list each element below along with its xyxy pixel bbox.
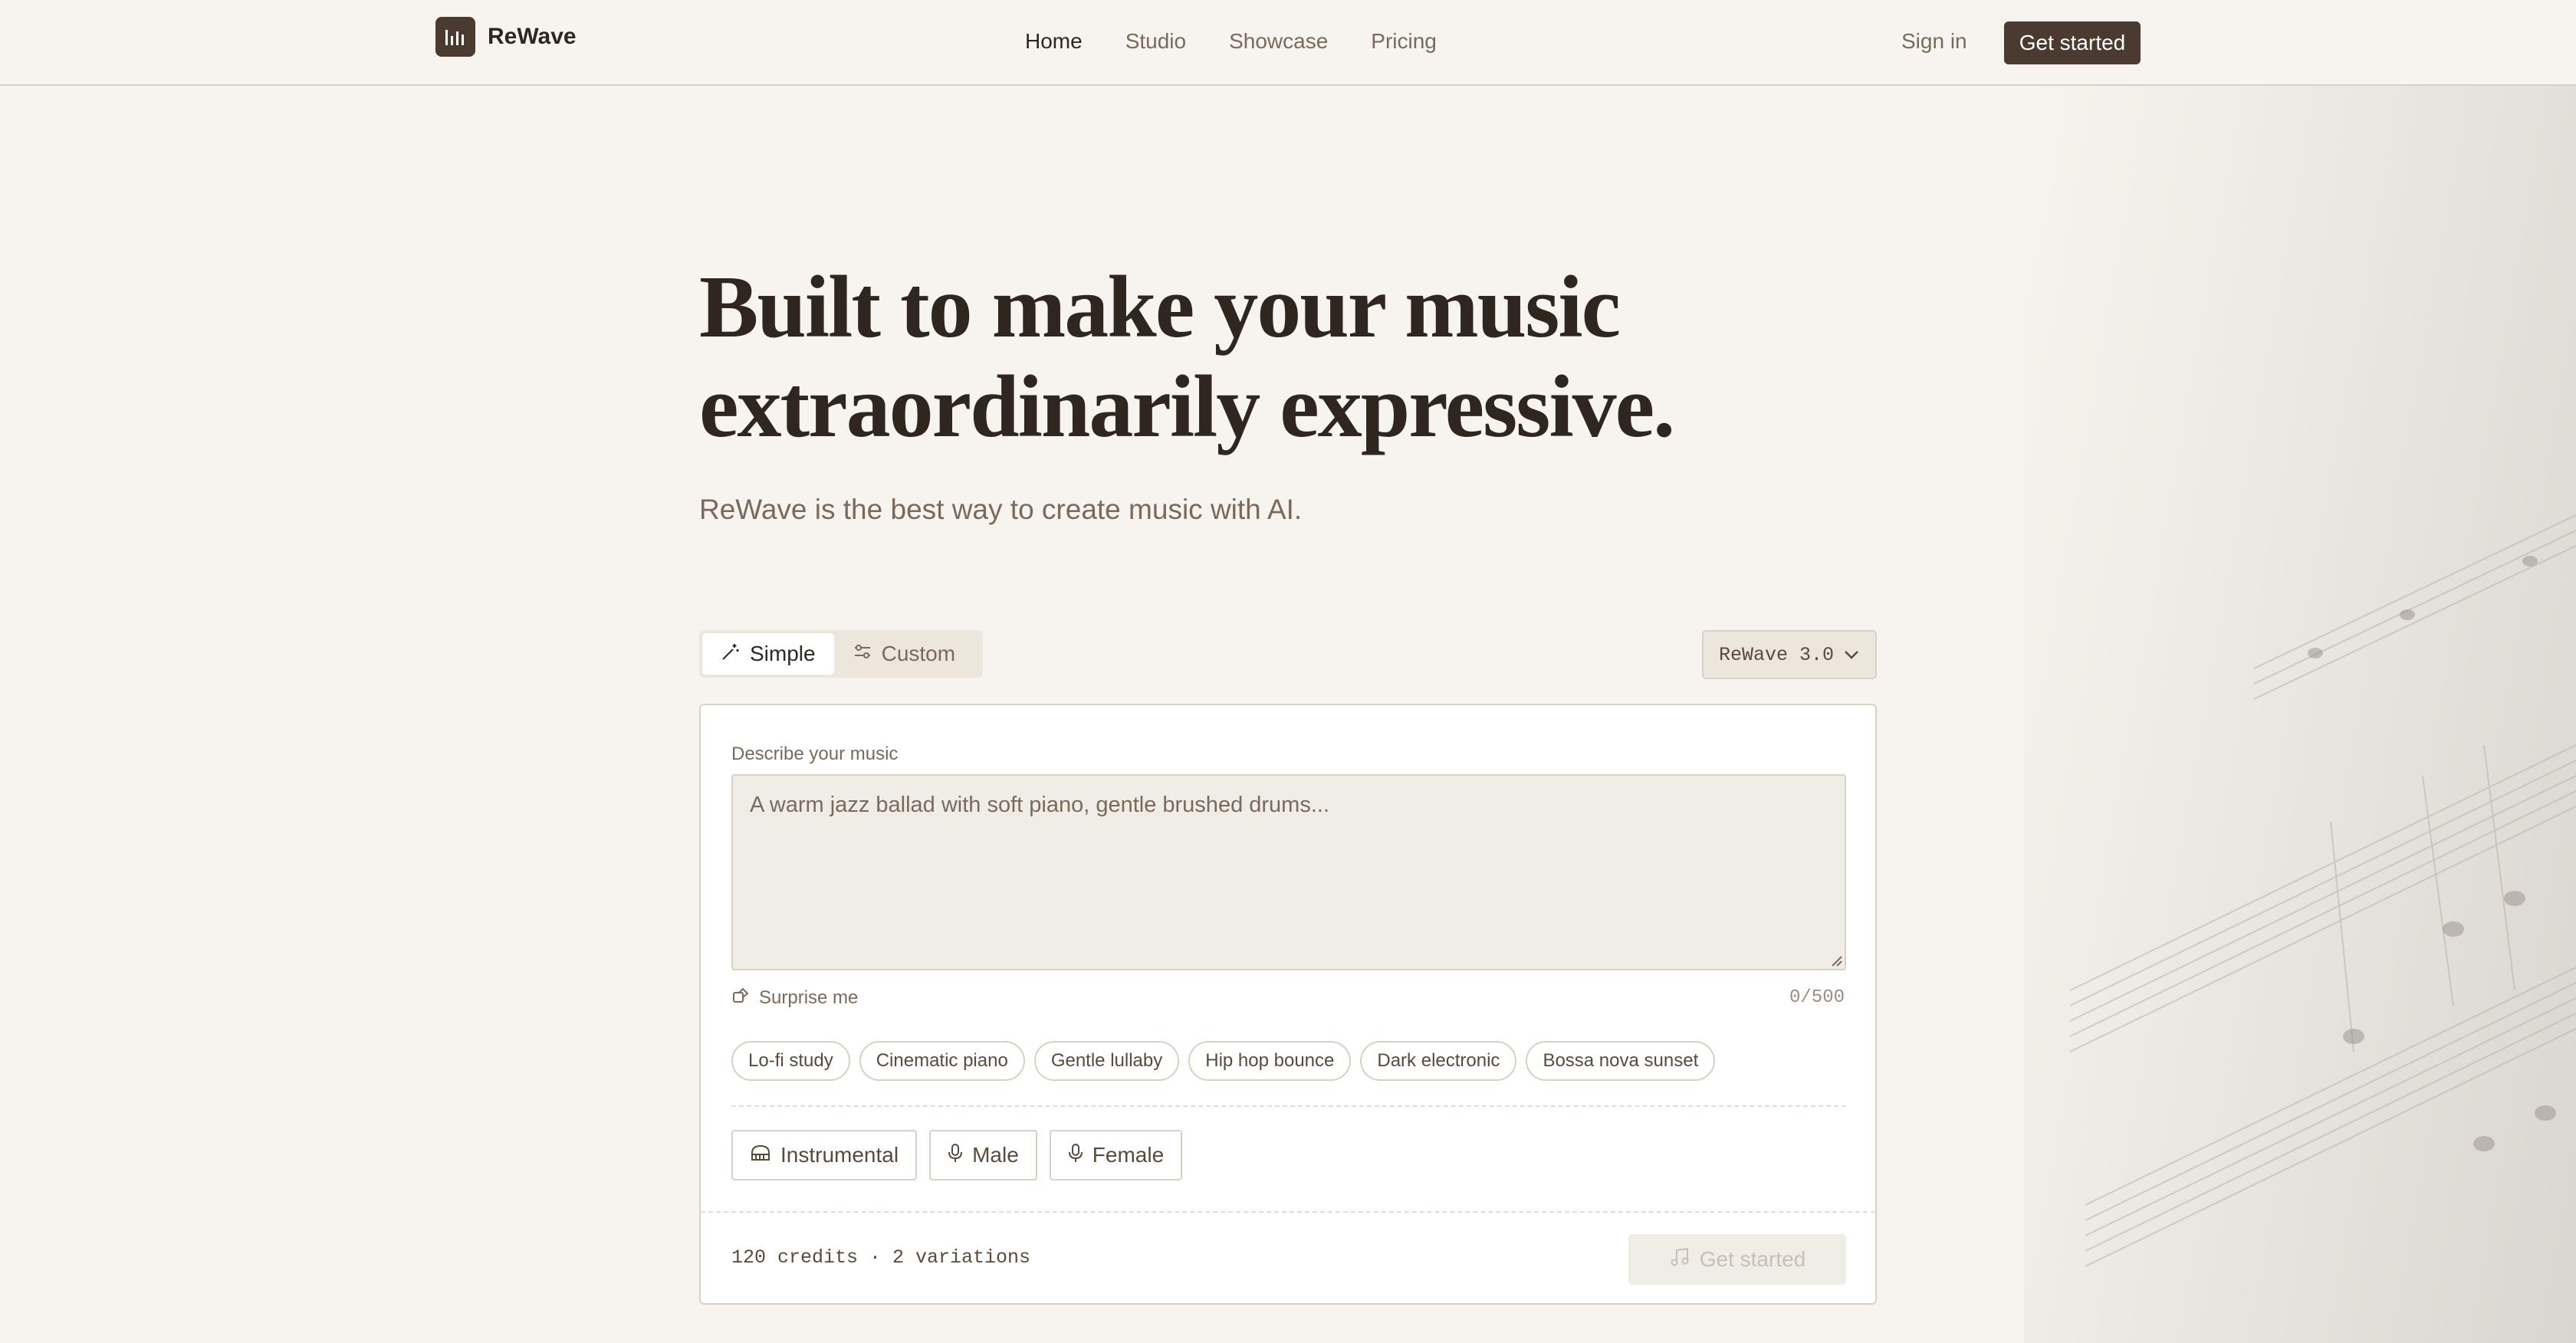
suggestion-chips: Lo-fi study Cinematic piano Gentle lulla… [731, 1041, 1716, 1081]
get-started-button[interactable]: Get started [2004, 21, 2141, 64]
dice-icon [731, 986, 759, 1010]
voice-options: Instrumental Male Female [731, 1130, 1183, 1180]
tab-custom-label: Custom [881, 642, 956, 665]
hero-subtitle: ReWave is the best way to create music w… [699, 494, 1303, 525]
piano-icon [750, 1143, 780, 1167]
suggestion-chip-hip-hop[interactable]: Hip hop bounce [1188, 1041, 1352, 1081]
sliders-icon [853, 642, 882, 667]
voice-male-button[interactable]: Male [929, 1130, 1037, 1180]
magic-wand-icon [721, 642, 750, 667]
character-counter: 0/500 [1789, 987, 1845, 1008]
main-nav: Home Studio Showcase Pricing [1025, 29, 1437, 54]
hero-title-line-1: Built to make your music [699, 258, 1621, 356]
mic-icon [948, 1143, 972, 1168]
nav-item-showcase[interactable]: Showcase [1229, 29, 1328, 54]
divider [731, 1105, 1846, 1107]
divider [701, 1211, 1875, 1213]
generate-button-label: Get started [1699, 1247, 1806, 1271]
music-description-input[interactable] [731, 774, 1846, 970]
nav-item-studio[interactable]: Studio [1125, 29, 1186, 54]
nav-item-home[interactable]: Home [1025, 29, 1083, 54]
voice-female-button[interactable]: Female [1049, 1130, 1183, 1180]
suggestion-chip-cinematic-piano[interactable]: Cinematic piano [859, 1041, 1025, 1081]
generate-button[interactable]: Get started [1628, 1234, 1846, 1285]
voice-instrumental-button[interactable]: Instrumental [731, 1130, 918, 1180]
top-navigation-bar: ReWave Home Studio Showcase Pricing Sign… [0, 0, 2576, 86]
sign-in-link[interactable]: Sign in [1901, 29, 1967, 54]
voice-instrumental-label: Instrumental [780, 1143, 899, 1167]
model-select[interactable]: ReWave 3.0 [1702, 630, 1877, 679]
prompt-label: Describe your music [731, 744, 899, 764]
brand-logo[interactable]: ReWave [435, 17, 577, 57]
mode-tabs: Simple Custom [699, 630, 983, 678]
suggestion-chip-gentle-lullaby[interactable]: Gentle lullaby [1033, 1041, 1180, 1081]
nav-item-pricing[interactable]: Pricing [1371, 29, 1437, 54]
sheet-music-background [2024, 86, 2576, 1343]
tab-simple-label: Simple [750, 642, 816, 665]
voice-male-label: Male [972, 1143, 1019, 1167]
waveform-logo-icon [435, 17, 475, 57]
mic-icon [1068, 1143, 1092, 1168]
brand-name: ReWave [488, 24, 577, 49]
tab-simple[interactable]: Simple [702, 633, 834, 675]
credits-info: 120 credits · 2 variations [731, 1246, 1031, 1269]
suggestion-chip-dark-electronic[interactable]: Dark electronic [1360, 1041, 1517, 1081]
voice-female-label: Female [1092, 1143, 1165, 1167]
chevron-down-icon [1843, 644, 1860, 666]
tab-custom[interactable]: Custom [834, 633, 974, 675]
suggestion-chip-lofi[interactable]: Lo-fi study [731, 1041, 850, 1081]
music-note-icon [1669, 1246, 1700, 1273]
suggestion-chip-bossa-nova[interactable]: Bossa nova sunset [1526, 1041, 1716, 1081]
hero-title: Built to make your music extraordinarily… [699, 258, 1773, 457]
composer-card: Describe your music Surprise me 0/500 Lo… [699, 704, 1877, 1305]
model-select-value: ReWave 3.0 [1719, 643, 1835, 666]
surprise-me-button[interactable]: Surprise me [731, 986, 858, 1010]
hero-title-line-2: extraordinarily expressive. [699, 358, 1675, 456]
surprise-me-label: Surprise me [759, 987, 859, 1008]
resize-grip-icon[interactable] [1829, 954, 1843, 971]
